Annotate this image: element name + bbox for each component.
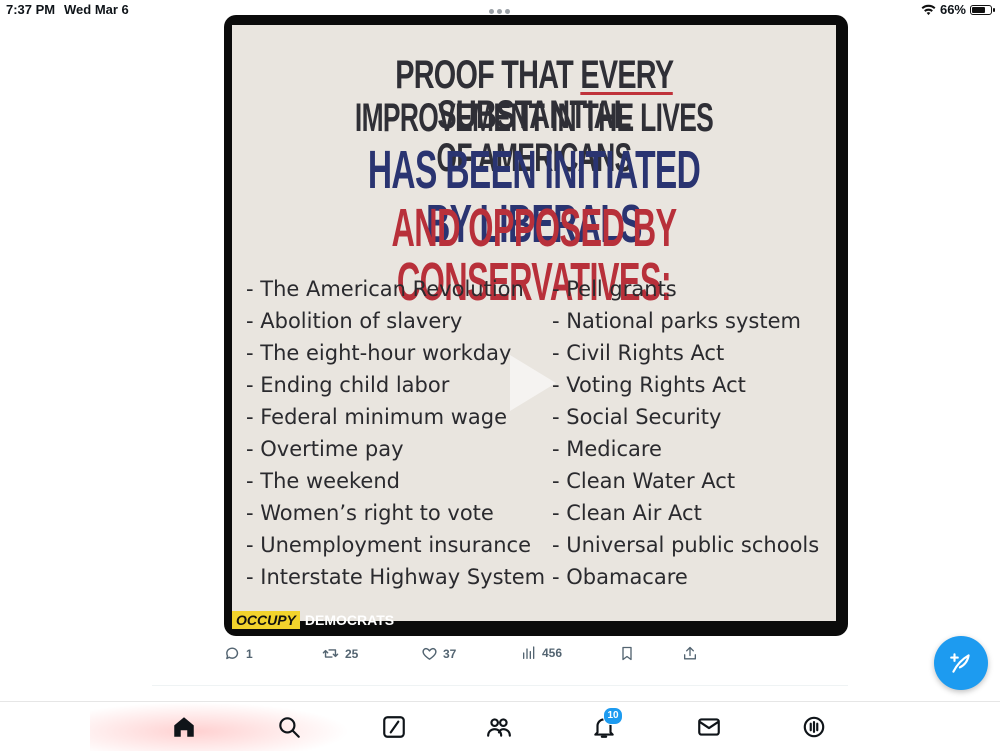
like-count: 37 (443, 646, 457, 661)
list-item: - Civil Rights Act (552, 341, 725, 365)
brand-logo: OCCUPY DEMOCRATS (232, 610, 394, 630)
battery-fill (972, 6, 986, 13)
media-poster: PROOF THAT EVERY SUBSTANTIAL IMPROVEMENT… (232, 25, 836, 621)
tab-search[interactable] (276, 714, 302, 740)
search-icon (279, 717, 300, 738)
bookmark-icon (622, 646, 632, 661)
heart-icon (422, 647, 437, 660)
home-icon (174, 717, 194, 737)
reply-button[interactable]: 1 (224, 645, 253, 662)
list-item: - The eight-hour workday (246, 341, 512, 365)
tab-spaces[interactable] (801, 714, 827, 740)
brand-democrats: DEMOCRATS (304, 612, 395, 628)
list-item: - Unemployment insurance (246, 533, 532, 557)
tab-communities[interactable] (486, 714, 512, 740)
compose-feather-icon (950, 653, 970, 673)
tabbar-highlight (90, 702, 350, 751)
left-list: - The American Revolution - Abolition of… (246, 273, 545, 593)
views-count: 456 (542, 646, 563, 660)
list-item: - Universal public schools (552, 533, 820, 557)
battery-icon (970, 4, 995, 15)
list-item: - Women’s right to vote (246, 501, 494, 525)
reply-icon (226, 647, 239, 660)
headline-underlined-word: EVERY (580, 53, 673, 97)
list-item: - Ending child labor (246, 373, 450, 397)
bottom-tab-bar: 10 (0, 701, 1000, 751)
list-item: - Overtime pay (246, 437, 404, 461)
list-item: - The American Revolution (246, 277, 524, 301)
repost-button[interactable]: 25 (321, 645, 358, 662)
like-button[interactable]: 37 (421, 645, 456, 662)
bookmark-button[interactable] (619, 645, 635, 662)
list-item: - Obamacare (552, 565, 688, 589)
share-icon (684, 646, 696, 660)
share-button[interactable] (682, 645, 698, 662)
list-item: - Federal minimum wage (246, 405, 507, 429)
views-icon (523, 646, 535, 659)
post-media[interactable]: PROOF THAT EVERY SUBSTANTIAL IMPROVEMENT… (224, 15, 848, 636)
repost-count: 25 (345, 646, 359, 661)
spaces-icon (803, 716, 825, 738)
compose-button[interactable] (934, 636, 988, 690)
list-item: - Abolition of slavery (246, 309, 463, 333)
list-item: - National parks system (552, 309, 801, 333)
list-item: - Clean Air Act (552, 501, 702, 525)
timeline-divider (152, 685, 848, 686)
list-item: - Pell grants (552, 277, 677, 301)
post-actions: 1 25 37 456 (0, 645, 1000, 671)
notifications-badge: 10 (603, 707, 623, 725)
tab-messages[interactable] (696, 714, 722, 740)
reply-count: 1 (246, 646, 253, 661)
right-list: - Pell grants - National parks system - … (552, 273, 819, 593)
list-item: - Clean Water Act (552, 469, 736, 493)
list-item: - The weekend (246, 469, 400, 493)
headline-line-1-pre: PROOF THAT (395, 53, 581, 97)
list-item: - Medicare (552, 437, 662, 461)
list-item: - Social Security (552, 405, 722, 429)
list-item: - Interstate Highway System (246, 565, 546, 589)
communities-icon (487, 718, 511, 737)
tab-grok[interactable] (381, 714, 407, 740)
list-item: - Voting Rights Act (552, 373, 746, 397)
status-time: 7:37 PM (6, 2, 56, 17)
grok-icon (383, 716, 405, 738)
multitasking-dots-icon[interactable] (489, 9, 510, 14)
tab-notifications[interactable]: 10 (591, 707, 623, 740)
tab-home[interactable] (171, 714, 197, 740)
status-date: Wed Mar 6 (64, 2, 129, 17)
views-button[interactable]: 456 (521, 645, 562, 661)
brand-occupy: OCCUPY (232, 611, 300, 629)
battery-percent: 66% (939, 2, 966, 17)
repost-icon (322, 649, 339, 658)
wifi-icon (921, 4, 936, 15)
messages-icon (698, 718, 720, 736)
play-icon[interactable] (510, 355, 556, 411)
status-indicators: 66% (921, 2, 995, 17)
